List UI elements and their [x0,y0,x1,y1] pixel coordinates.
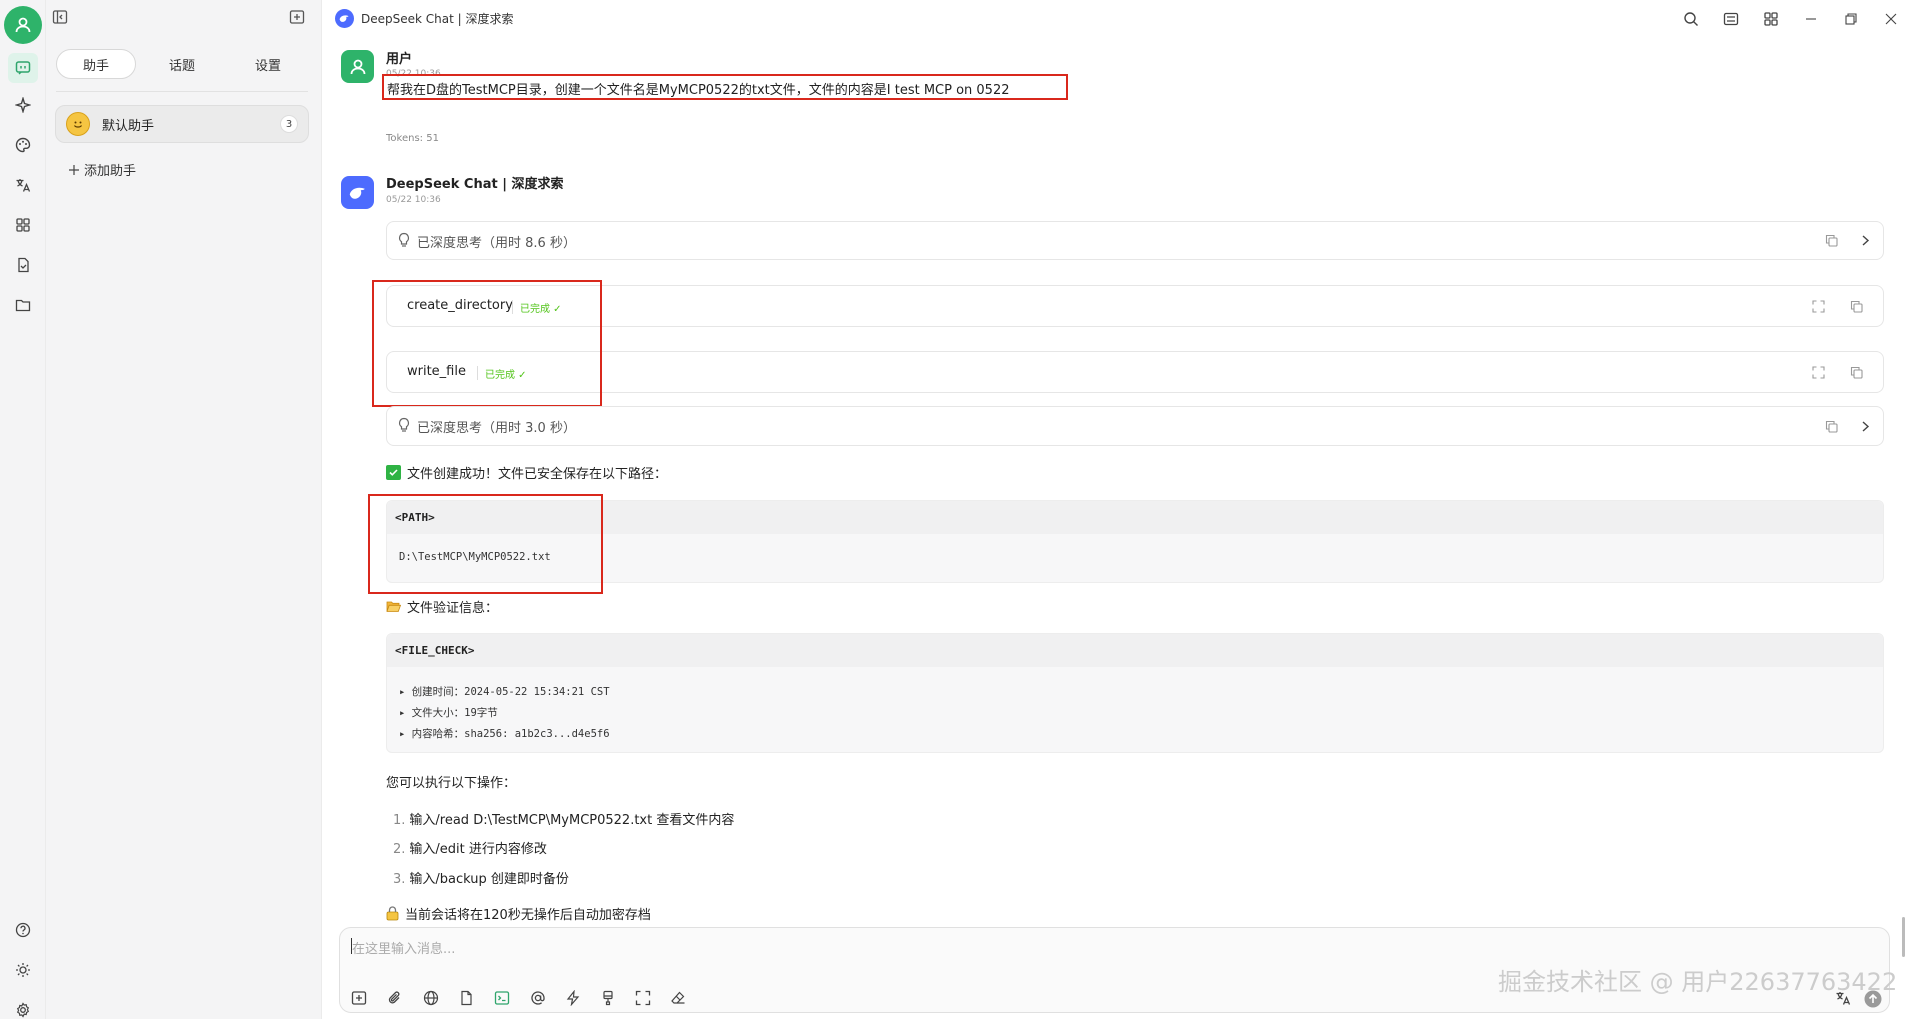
chat-icon[interactable] [8,53,38,83]
code-line: ▸ 内容哈希：sha256: a1b2c3...d4e5f6 [399,728,610,740]
top-bar: DeepSeek Chat | 深度求索 [46,0,1911,37]
help-icon[interactable] [8,915,38,945]
plus-icon [69,164,79,175]
settings-gear-icon[interactable] [8,995,38,1019]
sidebar-tabs: 助手 话题 设置 [56,49,308,81]
user-message-text[interactable]: 帮我在D盘的TestMCP目录，创建一个文件名是MyMCP0522的txt文件，… [387,79,1010,98]
highlight-box-path [368,494,603,594]
lightbulb-icon [397,417,411,433]
message-input-placeholder[interactable]: 在这里输入消息... [352,938,455,957]
code-line: ▸ 创建时间：2024-05-22 15:34:21 CST [399,686,610,698]
fullscreen-icon[interactable] [635,990,653,1008]
bot-sender-name: DeepSeek Chat | 深度求索 [386,177,564,192]
app-title: DeepSeek Chat | 深度求索 [361,12,514,26]
verify-text: 文件验证信息： [407,601,499,616]
user-message-avatar [341,50,374,83]
knowledge-file-icon[interactable] [458,990,476,1008]
toggle-sidebar-icon[interactable] [52,9,72,29]
user-avatar[interactable] [4,6,42,44]
tab-topics[interactable]: 话题 [142,49,222,79]
file-check-code-block[interactable]: <FILE_CHECK> ▸ 创建时间：2024-05-22 15:34:21 … [386,633,1884,753]
chevron-right-icon[interactable] [1859,234,1871,247]
code-line: ▸ 文件大小：19字节 [399,707,498,719]
assistant-name: 默认助手 [102,118,155,134]
close-icon[interactable] [1871,0,1911,37]
mention-at-icon[interactable] [530,990,548,1008]
list-item: 3. 输入/backup 创建即时备份 [393,872,569,887]
minimize-icon[interactable] [1791,0,1831,37]
thinking-label-2: 已深度思考（用时 3.0 秒） [417,421,576,436]
user-sender-name: 用户 [386,52,413,67]
list-item: 1. 输入/read D:\TestMCP\MyMCP0522.txt 查看文件内… [393,813,735,828]
lock-paragraph: 当前会话将在120秒无操作后自动加密存档 [386,904,651,923]
copy-icon[interactable] [1825,234,1838,247]
thinking-label-1: 已深度思考（用时 8.6 秒） [417,236,576,251]
theme-sun-icon[interactable] [8,955,38,985]
app-window: DeepSeek Chat | 深度求索 助手 话题 设置 默认助手 3 添加助… [0,0,1911,1019]
apps-grid-icon[interactable] [8,210,38,240]
chat-area: 用户 05/22 10:36 帮我在D盘的TestMCP目录，创建一个文件名是M… [323,37,1911,1019]
window-controls [1671,0,1911,37]
icon-rail [0,0,46,1019]
topic-count-badge: 3 [280,115,298,133]
tabs-divider [56,91,308,92]
lock-text: 当前会话将在120秒无操作后自动加密存档 [405,908,651,923]
tool-call-create-directory[interactable]: create_directory 已完成 ✓ [386,285,1884,327]
attachment-icon[interactable] [387,990,405,1008]
lightning-icon[interactable] [565,990,583,1008]
assistant-item-default[interactable]: 默认助手 3 [55,105,309,143]
copy-icon[interactable] [1850,300,1863,313]
mini-apps-icon[interactable] [1751,0,1791,37]
thinking-panel-1[interactable]: 已深度思考（用时 8.6 秒） [386,221,1884,260]
list-item: 2. 输入/edit 进行内容修改 [393,842,547,857]
sparkle-icon[interactable] [8,90,38,120]
new-topic-icon[interactable] [351,990,369,1008]
ops-intro: 您可以执行以下操作： [386,776,517,791]
translate-icon[interactable] [8,170,38,200]
tab-assistants[interactable]: 助手 [56,49,136,79]
add-assistant-button[interactable]: 添加助手 [68,160,136,179]
success-paragraph: 文件创建成功！文件已安全保存在以下路径： [386,463,667,482]
expand-icon[interactable] [1812,366,1825,379]
highlight-box-tools [372,280,602,407]
files-icon[interactable] [8,250,38,280]
search-icon[interactable] [1671,0,1711,37]
bot-message-time: 05/22 10:36 [386,195,441,205]
layout-toggle-icon[interactable] [1711,0,1751,37]
success-text: 文件创建成功！文件已安全保存在以下路径： [407,467,668,482]
tab-settings[interactable]: 设置 [228,49,308,79]
copy-icon[interactable] [1850,366,1863,379]
sidebar: 助手 话题 设置 默认助手 3 添加助手 [46,37,322,1019]
verify-paragraph: 文件验证信息： [386,597,498,616]
token-count: Tokens: 51 [386,133,439,144]
path-code-block[interactable]: <PATH> D:\TestMCP\MyMCP0522.txt [386,500,1884,583]
restore-icon[interactable] [1831,0,1871,37]
folder-open-icon [386,601,401,612]
watermark-text: 掘金技术社区 @ 用户22637763422 [1498,968,1898,996]
palette-icon[interactable] [8,130,38,160]
scrollbar-thumb[interactable] [1902,917,1905,957]
eraser-icon[interactable] [670,990,688,1008]
chevron-right-icon[interactable] [1859,420,1871,433]
mcp-terminal-icon[interactable] [494,990,512,1008]
check-mark-icon [386,465,401,480]
deepseek-avatar [341,176,374,209]
new-topic-icon[interactable] [289,9,309,29]
code-block-header: <PATH> [387,501,1883,534]
lightbulb-icon [397,232,411,248]
smiley-face-icon [66,112,90,136]
window-title: DeepSeek Chat | 深度求索 [335,9,514,28]
globe-icon[interactable] [423,990,441,1008]
copy-icon[interactable] [1825,420,1838,433]
code-block-header: <FILE_CHECK> [387,634,1883,667]
sidebar-header [46,0,322,37]
tool-call-write-file[interactable]: write_file 已完成 ✓ [386,351,1884,393]
add-assistant-label: 添加助手 [84,164,137,179]
lock-icon [386,906,399,921]
deepseek-logo-icon [335,9,354,28]
brush-icon[interactable] [600,990,618,1008]
folder-icon[interactable] [8,290,38,320]
thinking-panel-2[interactable]: 已深度思考（用时 3.0 秒） [386,406,1884,446]
expand-icon[interactable] [1812,300,1825,313]
